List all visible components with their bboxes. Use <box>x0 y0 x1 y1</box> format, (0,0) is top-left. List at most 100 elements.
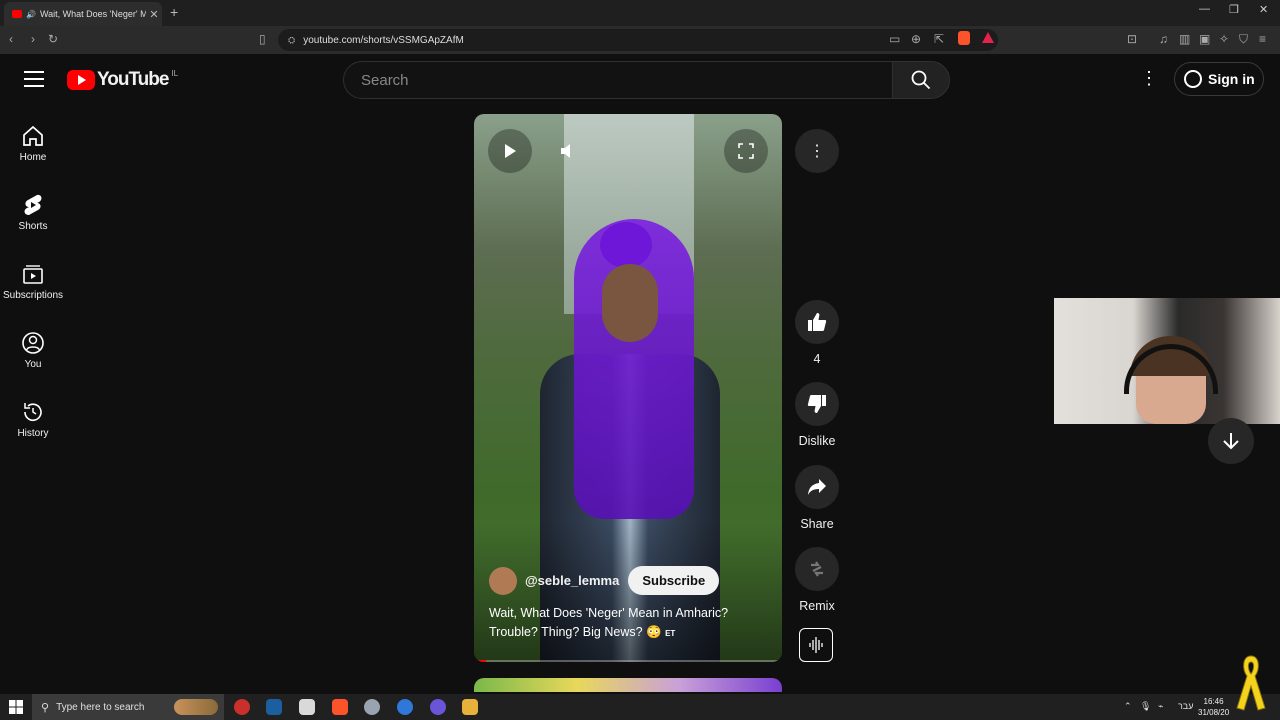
search-box <box>343 61 893 99</box>
caption-line-2: Trouble? Thing? Big News? 😳 <box>489 625 662 639</box>
taskbar-search-icon: ⚲ <box>41 701 50 714</box>
taskbar-app-shield-icon[interactable] <box>364 699 380 715</box>
short-video-player[interactable]: @seble_lemma Subscribe Wait, What Does '… <box>474 114 782 662</box>
back-icon[interactable]: ‹ <box>9 32 13 46</box>
sidebar-item-label: Subscriptions <box>2 290 64 301</box>
play-button[interactable] <box>488 129 532 173</box>
share-button[interactable]: Share <box>793 465 841 531</box>
sidebar-item-history[interactable]: History <box>0 400 66 439</box>
next-short-button[interactable] <box>1208 418 1254 464</box>
zoom-icon[interactable]: ⊕ <box>911 32 921 46</box>
tab-close-icon[interactable]: ✕ <box>146 8 162 21</box>
taskbar-app-explorer-icon[interactable] <box>462 699 478 715</box>
taskbar-app-messenger-icon[interactable] <box>430 699 446 715</box>
arrow-down-icon <box>1223 433 1239 450</box>
search-input[interactable] <box>359 70 863 90</box>
sidebar-item-label: You <box>24 359 42 370</box>
forward-icon[interactable]: › <box>31 32 35 46</box>
fullscreen-icon <box>738 143 754 159</box>
youtube-play-logo-icon <box>67 70 95 90</box>
taskbar-app-c-icon[interactable] <box>397 699 413 715</box>
taskbar-search[interactable]: ⚲ Type here to search <box>32 694 224 720</box>
sidebar-item-label: History <box>17 428 49 439</box>
like-count: 4 <box>813 352 821 366</box>
video-subject-bun <box>600 222 652 268</box>
dislike-label: Dislike <box>798 434 836 448</box>
video-progress-bar[interactable] <box>474 660 782 662</box>
brave-rewards-icon[interactable] <box>982 32 994 43</box>
taskbar-clock[interactable]: 16:46 31/08/20 <box>1198 696 1229 718</box>
search-highlight-icon <box>174 699 218 715</box>
network-icon[interactable]: ⌁ <box>1158 701 1163 712</box>
yellow-ribbon-icon <box>1236 655 1266 711</box>
youtube-logo[interactable]: YouTube IL <box>67 69 178 91</box>
next-short-preview[interactable] <box>474 678 782 692</box>
browser-tab[interactable]: 🔊 Wait, What Does 'Neger' Mea ✕ <box>4 2 162 26</box>
sidebar-item-home[interactable]: Home <box>0 124 66 163</box>
mute-button[interactable] <box>546 129 590 173</box>
channel-name[interactable]: @seble_lemma <box>525 573 619 588</box>
short-more-options-icon[interactable]: ⋮ <box>795 129 839 173</box>
windows-start-icon[interactable] <box>9 700 23 714</box>
restore-button[interactable]: ❐ <box>1229 3 1239 16</box>
search-button[interactable] <box>892 61 950 99</box>
taskbar-app-obs-icon[interactable] <box>234 699 250 715</box>
short-sound-button[interactable] <box>799 628 833 662</box>
volume-icon <box>561 144 570 158</box>
sign-in-button[interactable]: Sign in <box>1174 62 1264 96</box>
thumbs-down-icon <box>807 395 826 413</box>
reload-icon[interactable]: ↻ <box>48 32 58 46</box>
sidebar-item-shorts[interactable]: Shorts <box>0 193 66 232</box>
microphone-icon[interactable]: 🎙 <box>1140 701 1151 712</box>
sign-in-label: Sign in <box>1208 71 1255 87</box>
dislike-button[interactable]: Dislike <box>793 382 841 448</box>
share-page-icon[interactable]: ⇱ <box>934 32 944 46</box>
taskbar-app-brave-icon[interactable] <box>332 699 348 715</box>
guide-menu-icon[interactable] <box>24 71 44 87</box>
cast-icon[interactable]: ▭ <box>889 32 900 46</box>
clock-date: 31/08/20 <box>1198 708 1230 717</box>
play-icon <box>505 144 516 158</box>
remix-button[interactable]: Remix <box>793 547 841 613</box>
youtube-favicon-icon <box>12 10 22 18</box>
tab-title: Wait, What Does 'Neger' Mea <box>39 9 146 19</box>
share-icon <box>808 479 826 495</box>
site-info-icon[interactable]: ⛭ <box>288 35 295 46</box>
browser-toolbar: ‹ › ↻ ▯ ⛭ youtube.com/shorts/vSSMGApZAfM… <box>0 26 1280 54</box>
url-text: youtube.com/shorts/vSSMGApZAfM <box>303 34 464 46</box>
country-code: IL <box>171 69 179 78</box>
close-window-button[interactable]: ✕ <box>1259 3 1268 16</box>
leo-ai-icon[interactable]: ✧ <box>1219 32 1229 46</box>
account-icon <box>1184 70 1202 88</box>
share-label: Share <box>800 517 834 531</box>
caption-line-1: Wait, What Does 'Neger' Mean in Amharic? <box>489 606 729 620</box>
wallet-icon[interactable]: ▣ <box>1199 32 1210 46</box>
like-button[interactable]: 4 <box>793 300 841 366</box>
new-tab-button[interactable]: + <box>170 4 178 20</box>
taskbar-app-steam-icon[interactable] <box>266 699 282 715</box>
minimize-button[interactable]: — <box>1199 3 1210 15</box>
taskbar-search-placeholder: Type here to search <box>56 701 145 713</box>
speaker-icon: 🔊 <box>26 9 36 19</box>
language-indicator[interactable]: עבר <box>1178 701 1193 711</box>
sidebar-item-you[interactable]: You <box>0 331 66 370</box>
brave-shields-icon[interactable] <box>958 31 970 45</box>
fullscreen-button[interactable] <box>724 129 768 173</box>
clock-time: 16:46 <box>1203 697 1224 706</box>
browser-menu-icon[interactable]: ≡ <box>1259 32 1266 46</box>
settings-menu-icon[interactable]: ⋮ <box>1140 68 1158 89</box>
screenshot-icon[interactable]: ⊡ <box>1127 32 1137 46</box>
subscribe-button[interactable]: Subscribe <box>628 566 720 595</box>
sidebar-item-subscriptions[interactable]: Subscriptions <box>0 262 66 301</box>
channel-avatar[interactable] <box>489 566 517 595</box>
tray-chevron-icon[interactable]: ⌃ <box>1124 701 1132 712</box>
short-caption[interactable]: Wait, What Does 'Neger' Mean in Amharic?… <box>489 604 759 643</box>
taskbar-app-files-icon[interactable] <box>299 699 315 715</box>
you-icon <box>22 332 44 354</box>
music-icon[interactable]: ♫ <box>1159 32 1168 46</box>
sidebar-item-label: Shorts <box>18 221 48 232</box>
vpn-icon[interactable]: ⛉ <box>1239 32 1248 47</box>
home-icon <box>23 125 43 146</box>
bookmark-icon[interactable]: ▯ <box>259 32 266 46</box>
sidebar-icon[interactable]: ▥ <box>1179 32 1190 46</box>
